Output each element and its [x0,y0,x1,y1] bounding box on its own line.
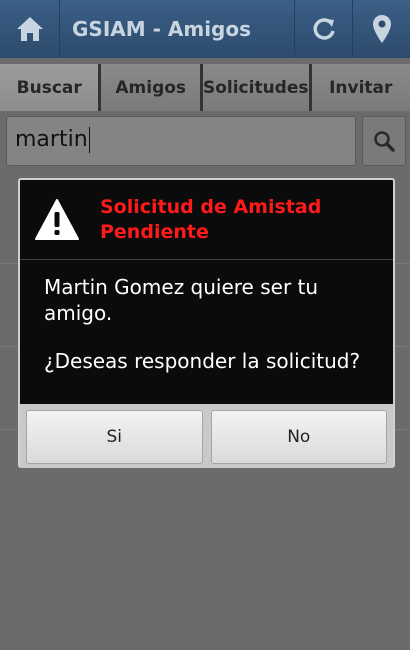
warning-icon [35,198,79,240]
action-bar: GSIAM - Amigos [0,0,410,58]
refresh-button[interactable] [294,0,352,58]
dialog-body: Martin Gomez quiere ser tu amigo. ¿Desea… [20,260,393,404]
home-icon [16,17,43,41]
search-button[interactable] [362,116,406,166]
map-pin-icon [372,15,391,43]
dialog-question: ¿Deseas responder la solicitud? [44,349,361,373]
dialog-title: Solicitud de Amistad Pendiente [100,195,322,243]
location-button[interactable] [352,0,410,58]
dialog-button-bar: Si No [20,404,393,468]
tab-solicitudes[interactable]: Solicitudes [202,64,312,111]
tab-buscar[interactable]: Buscar [0,64,102,111]
dialog-header: Solicitud de Amistad Pendiente [20,180,393,260]
tab-amigos[interactable]: Amigos [101,64,203,111]
text-caret [88,127,90,153]
search-input[interactable]: martin [6,116,356,166]
no-button[interactable]: No [210,410,387,464]
tab-invitar[interactable]: Invitar [311,64,410,111]
search-input-value: martin [15,127,88,152]
refresh-icon [313,18,335,40]
tab-bar: Buscar Amigos Solicitudes Invitar [0,64,410,111]
home-button[interactable] [0,0,60,58]
search-icon [374,131,395,152]
friend-request-dialog: Solicitud de Amistad Pendiente Martin Go… [18,178,395,468]
app-title: GSIAM - Amigos [72,17,252,41]
yes-button[interactable]: Si [26,410,203,464]
dialog-message: Martin Gomez quiere ser tu amigo. [44,275,319,325]
